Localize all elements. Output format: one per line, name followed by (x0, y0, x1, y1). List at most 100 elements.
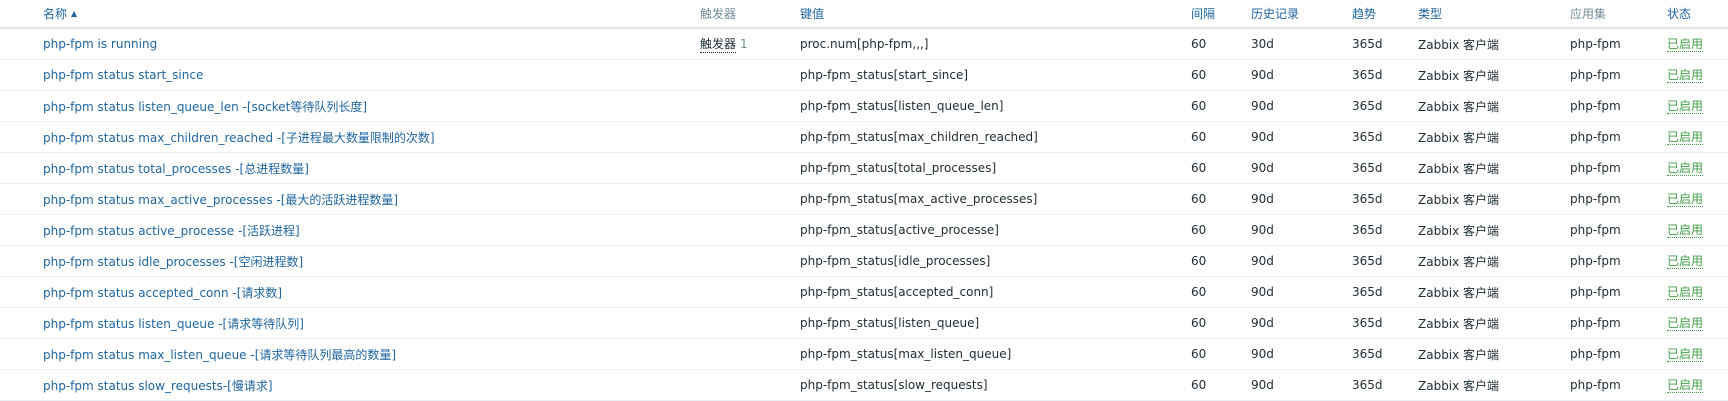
item-name-cell: php-fpm is running (43, 29, 157, 59)
status-toggle-link[interactable]: 已启用 (1667, 99, 1704, 114)
item-trends: 365d (1352, 347, 1383, 361)
header-triggers: 触发器 (700, 7, 737, 21)
header-key[interactable]: 键值 (800, 0, 824, 27)
status-toggle-link[interactable]: 已启用 (1667, 378, 1704, 393)
status-toggle-link[interactable]: 已启用 (1667, 254, 1704, 269)
item-status-cell: 已启用 (1667, 122, 1704, 152)
item-trends: 365d (1352, 192, 1383, 206)
item-application: php-fpm (1570, 347, 1621, 361)
header-applications: 应用集 (1570, 7, 1607, 21)
table-row: php-fpm status listen_queue -[请求等待队列] php… (0, 308, 1728, 339)
item-interval: 60 (1191, 316, 1207, 330)
item-interval: 60 (1191, 130, 1207, 144)
header-name[interactable]: 名称 ▲ (43, 0, 77, 27)
item-trends: 365d (1352, 316, 1383, 330)
item-name-link[interactable]: php-fpm status start_since (43, 68, 203, 82)
status-toggle-link[interactable]: 已启用 (1667, 223, 1704, 238)
item-interval: 60 (1191, 347, 1207, 361)
status-toggle-link[interactable]: 已启用 (1667, 130, 1704, 145)
item-name-cell: php-fpm status idle_processes -[空闲进程数] (43, 246, 303, 276)
item-interval: 60 (1191, 99, 1207, 113)
item-application: php-fpm (1570, 99, 1621, 113)
item-application: php-fpm (1570, 192, 1621, 206)
item-history: 90d (1251, 68, 1274, 82)
item-name-cell: php-fpm status total_processes -[总进程数量] (43, 153, 309, 183)
item-application: php-fpm (1570, 130, 1621, 144)
status-toggle-link[interactable]: 已启用 (1667, 161, 1704, 176)
item-name-link[interactable]: php-fpm status max_children_reached -[子进… (43, 129, 435, 146)
table-row: php-fpm status accepted_conn -[请求数] php-f… (0, 277, 1728, 308)
table-row: php-fpm status idle_processes -[空闲进程数] ph… (0, 246, 1728, 277)
item-type: Zabbix 客户端 (1418, 223, 1500, 238)
item-application: php-fpm (1570, 254, 1621, 268)
item-application: php-fpm (1570, 285, 1621, 299)
header-interval[interactable]: 间隔 (1191, 0, 1215, 27)
item-trends: 365d (1352, 378, 1383, 392)
item-application: php-fpm (1570, 37, 1621, 51)
item-interval: 60 (1191, 254, 1207, 268)
item-trends: 365d (1352, 161, 1383, 175)
item-name-link[interactable]: php-fpm status max_active_processes -[最大… (43, 191, 398, 208)
triggers-link[interactable]: 触发器 (700, 35, 737, 53)
item-application: php-fpm (1570, 316, 1621, 330)
status-toggle-link[interactable]: 已启用 (1667, 347, 1704, 362)
item-history: 90d (1251, 316, 1274, 330)
header-history[interactable]: 历史记录 (1251, 0, 1299, 27)
item-status-cell: 已启用 (1667, 91, 1704, 121)
item-status-cell: 已启用 (1667, 29, 1704, 59)
item-trends: 365d (1352, 254, 1383, 268)
item-application: php-fpm (1570, 378, 1621, 392)
sort-ascending-icon[interactable]: ▲ (71, 9, 77, 18)
item-name-cell: php-fpm status listen_queue_len -[socket… (43, 91, 367, 121)
status-toggle-link[interactable]: 已启用 (1667, 285, 1704, 300)
item-interval: 60 (1191, 378, 1207, 392)
item-status-cell: 已启用 (1667, 246, 1704, 276)
item-triggers-cell: 触发器 1 (700, 29, 748, 59)
table-row: php-fpm status max_listen_queue -[请求等待队列… (0, 339, 1728, 370)
item-type: Zabbix 客户端 (1418, 378, 1500, 393)
item-key: php-fpm_status[accepted_conn] (800, 285, 994, 299)
item-name-cell: php-fpm status max_children_reached -[子进… (43, 122, 435, 152)
item-application: php-fpm (1570, 223, 1621, 237)
status-toggle-link[interactable]: 已启用 (1667, 192, 1704, 207)
item-trends: 365d (1352, 37, 1383, 51)
item-name-link[interactable]: php-fpm status max_listen_queue -[请求等待队列… (43, 346, 396, 363)
item-trends: 365d (1352, 130, 1383, 144)
item-name-link[interactable]: php-fpm status slow_requests-[慢请求] (43, 377, 273, 394)
item-name-link[interactable]: php-fpm status active_processe -[活跃进程] (43, 222, 300, 239)
item-history: 90d (1251, 254, 1274, 268)
table-header: 名称 ▲ 触发器 键值 间隔 历史记录 趋势 类型 应用集 状态 (0, 0, 1728, 29)
header-trends[interactable]: 趋势 (1352, 0, 1376, 27)
item-status-cell: 已启用 (1667, 215, 1704, 245)
header-name-label[interactable]: 名称 (43, 5, 67, 22)
item-type: Zabbix 客户端 (1418, 99, 1500, 114)
status-toggle-link[interactable]: 已启用 (1667, 68, 1704, 83)
item-status-cell: 已启用 (1667, 370, 1704, 400)
item-name-link[interactable]: php-fpm is running (43, 37, 157, 51)
item-application: php-fpm (1570, 68, 1621, 82)
item-key: php-fpm_status[listen_queue] (800, 316, 980, 330)
item-type: Zabbix 客户端 (1418, 130, 1500, 145)
item-history: 30d (1251, 37, 1274, 51)
item-history: 90d (1251, 130, 1274, 144)
item-status-cell: 已启用 (1667, 184, 1704, 214)
item-interval: 60 (1191, 37, 1207, 51)
header-type[interactable]: 类型 (1418, 0, 1442, 27)
item-key: php-fpm_status[max_active_processes] (800, 192, 1038, 206)
table-row: php-fpm status total_processes -[总进程数量] p… (0, 153, 1728, 184)
item-name-link[interactable]: php-fpm status total_processes -[总进程数量] (43, 160, 309, 177)
item-name-link[interactable]: php-fpm status listen_queue -[请求等待队列] (43, 315, 304, 332)
item-name-cell: php-fpm status listen_queue -[请求等待队列] (43, 308, 304, 338)
status-toggle-link[interactable]: 已启用 (1667, 316, 1704, 331)
item-key: php-fpm_status[active_processe] (800, 223, 999, 237)
item-name-link[interactable]: php-fpm status accepted_conn -[请求数] (43, 284, 282, 301)
table-row: php-fpm status active_processe -[活跃进程] ph… (0, 215, 1728, 246)
item-application: php-fpm (1570, 161, 1621, 175)
item-name-cell: php-fpm status accepted_conn -[请求数] (43, 277, 282, 307)
item-name-link[interactable]: php-fpm status idle_processes -[空闲进程数] (43, 253, 303, 270)
status-toggle-link[interactable]: 已启用 (1667, 37, 1704, 52)
item-name-link[interactable]: php-fpm status listen_queue_len -[socket… (43, 98, 367, 115)
item-type: Zabbix 客户端 (1418, 347, 1500, 362)
header-status[interactable]: 状态 (1667, 0, 1691, 27)
item-status-cell: 已启用 (1667, 153, 1704, 183)
